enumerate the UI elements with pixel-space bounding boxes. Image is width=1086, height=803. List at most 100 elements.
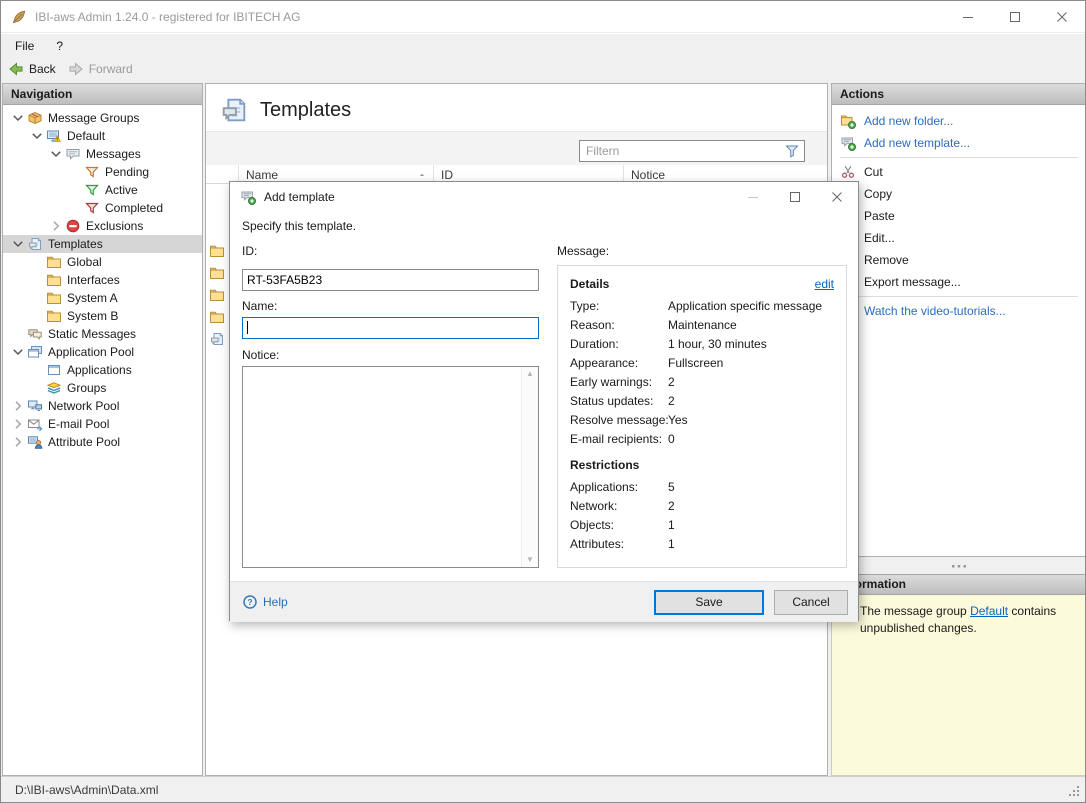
save-button[interactable]: Save	[654, 590, 764, 615]
back-button[interactable]: Back	[8, 58, 56, 79]
table-row[interactable]	[209, 243, 229, 260]
chevron-collapsed-icon[interactable]	[9, 398, 27, 414]
chevron-collapsed-icon[interactable]	[9, 434, 27, 450]
action-add-new-template[interactable]: Add new template...	[832, 132, 1085, 154]
chevron-expanded-icon[interactable]	[9, 236, 27, 252]
filter-funnel-icon[interactable]	[784, 143, 800, 159]
resize-grip[interactable]	[1066, 783, 1082, 799]
column-header-id[interactable]: ID	[441, 168, 453, 182]
tree-item-label: System A	[67, 291, 118, 305]
scroll-up-icon[interactable]: ▲	[526, 370, 534, 378]
detail-label: Attributes:	[570, 537, 625, 551]
action-remove[interactable]: Remove	[832, 249, 1085, 271]
default-group-link[interactable]: Default	[970, 604, 1008, 618]
templates-page-icon	[219, 95, 249, 125]
tree-item-exclusions[interactable]: Exclusions	[3, 217, 202, 235]
chevron-expanded-icon[interactable]	[9, 344, 27, 360]
notice-scrollbar[interactable]: ▲ ▼	[521, 367, 538, 567]
chevron-collapsed-icon[interactable]	[9, 416, 27, 432]
attribute-pool-icon	[27, 434, 43, 450]
scroll-down-icon[interactable]: ▼	[526, 556, 534, 564]
column-header-name[interactable]: Name	[246, 168, 278, 182]
action-paste[interactable]: Paste	[832, 205, 1085, 227]
actions-region: Actions Add new folder... Add new templat…	[831, 83, 1085, 776]
notice-field[interactable]: ▲ ▼	[242, 366, 539, 568]
dialog-minimize-button[interactable]	[732, 182, 774, 212]
id-field[interactable]	[242, 269, 539, 291]
maximize-button[interactable]	[991, 1, 1038, 33]
filter-input[interactable]	[586, 144, 784, 158]
dialog-title: Add template	[264, 190, 335, 204]
tree-item-default[interactable]: Default	[3, 127, 202, 145]
action-label: Export message...	[864, 275, 961, 289]
dialog-maximize-button[interactable]	[774, 182, 816, 212]
detail-value: 1	[668, 518, 675, 532]
tree-item-label: E-mail Pool	[48, 417, 110, 431]
help-link[interactable]: ? Help	[242, 594, 288, 610]
minimize-button[interactable]	[944, 1, 991, 33]
chevron-expanded-icon[interactable]	[9, 110, 27, 126]
funnel-orange-icon	[84, 164, 100, 180]
detail-label: Status updates:	[570, 394, 654, 408]
tree-item-application-pool[interactable]: Application Pool	[3, 343, 202, 361]
cancel-button[interactable]: Cancel	[774, 590, 848, 615]
action-edit[interactable]: Edit...	[832, 227, 1085, 249]
close-button[interactable]	[1038, 1, 1085, 33]
detail-row: Type: Application specific message	[570, 297, 836, 316]
tree-item-static-messages[interactable]: Static Messages	[3, 325, 202, 343]
status-file-path: D:\IBI-aws\Admin\Data.xml	[15, 783, 159, 797]
detail-row: Appearance: Fullscreen	[570, 354, 836, 373]
filter-band	[206, 131, 827, 165]
table-row[interactable]	[209, 331, 229, 348]
tree-item-e-mail-pool[interactable]: E-mail Pool	[3, 415, 202, 433]
tree-item-messages[interactable]: Messages	[3, 145, 202, 163]
tree-item-label: Default	[67, 129, 106, 143]
edit-message-link[interactable]: edit	[815, 277, 834, 291]
splitter-dots-icon	[951, 558, 967, 574]
svg-text:?: ?	[247, 597, 252, 607]
action-export-message[interactable]: Export message...	[832, 271, 1085, 293]
action-copy[interactable]: Copy	[832, 183, 1085, 205]
name-field[interactable]	[242, 317, 539, 339]
action-watch-the-video-tutorials[interactable]: Watch the video-tutorials...	[832, 300, 1085, 322]
scissors-icon	[840, 164, 856, 180]
panel-splitter-handle[interactable]	[831, 557, 1085, 574]
tree-item-templates[interactable]: Templates	[3, 235, 202, 253]
menu-help[interactable]: ?	[56, 39, 63, 53]
email-pool-icon	[27, 416, 43, 432]
tree-item-pending[interactable]: Pending	[3, 163, 202, 181]
action-cut[interactable]: Cut	[832, 161, 1085, 183]
dialog-close-button[interactable]	[816, 182, 858, 212]
tree-item-attribute-pool[interactable]: Attribute Pool	[3, 433, 202, 451]
action-label: Add new folder...	[864, 114, 954, 128]
table-row[interactable]	[209, 309, 229, 326]
chevron-collapsed-icon[interactable]	[47, 218, 65, 234]
tree-item-message-groups[interactable]: Message Groups	[3, 109, 202, 127]
details-header: Details	[570, 277, 610, 291]
table-row[interactable]	[209, 287, 229, 304]
action-label: Paste	[864, 209, 895, 223]
column-header-notice[interactable]: Notice	[631, 168, 665, 182]
navigation-header: Navigation	[3, 84, 202, 105]
tree-item-interfaces[interactable]: Interfaces	[3, 271, 202, 289]
tree-item-system-a[interactable]: System A	[3, 289, 202, 307]
tree-item-groups[interactable]: Groups	[3, 379, 202, 397]
menu-file[interactable]: File	[15, 39, 34, 53]
tree-item-applications[interactable]: Applications	[3, 361, 202, 379]
template-plus-icon	[840, 135, 856, 151]
table-row[interactable]	[209, 265, 229, 282]
chevron-expanded-icon[interactable]	[47, 146, 65, 162]
tree-item-global[interactable]: Global	[3, 253, 202, 271]
tree-item-active[interactable]: Active	[3, 181, 202, 199]
detail-label: Applications:	[570, 480, 639, 494]
tree-item-completed[interactable]: Completed	[3, 199, 202, 217]
tree-item-system-b[interactable]: System B	[3, 307, 202, 325]
tree-item-network-pool[interactable]: Network Pool	[3, 397, 202, 415]
chevron-expanded-icon[interactable]	[28, 128, 46, 144]
static-messages-icon	[27, 326, 43, 342]
action-add-new-folder[interactable]: Add new folder...	[832, 110, 1085, 132]
detail-label: E-mail recipients:	[570, 432, 663, 446]
tree-item-label: Messages	[86, 147, 141, 161]
forward-button[interactable]: Forward	[68, 58, 133, 79]
